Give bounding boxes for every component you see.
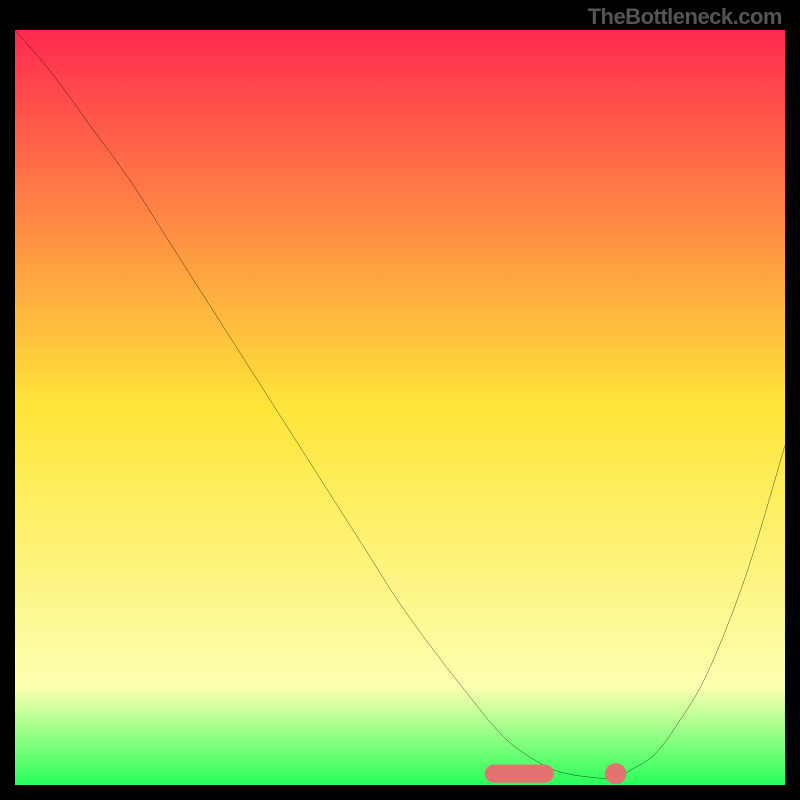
flat-region-left — [485, 765, 554, 783]
gradient-background — [15, 30, 785, 785]
chart-plot — [15, 30, 785, 785]
watermark-text: TheBottleneck.com — [588, 4, 782, 30]
chart-svg — [15, 30, 785, 785]
flat-region-right — [605, 763, 627, 784]
